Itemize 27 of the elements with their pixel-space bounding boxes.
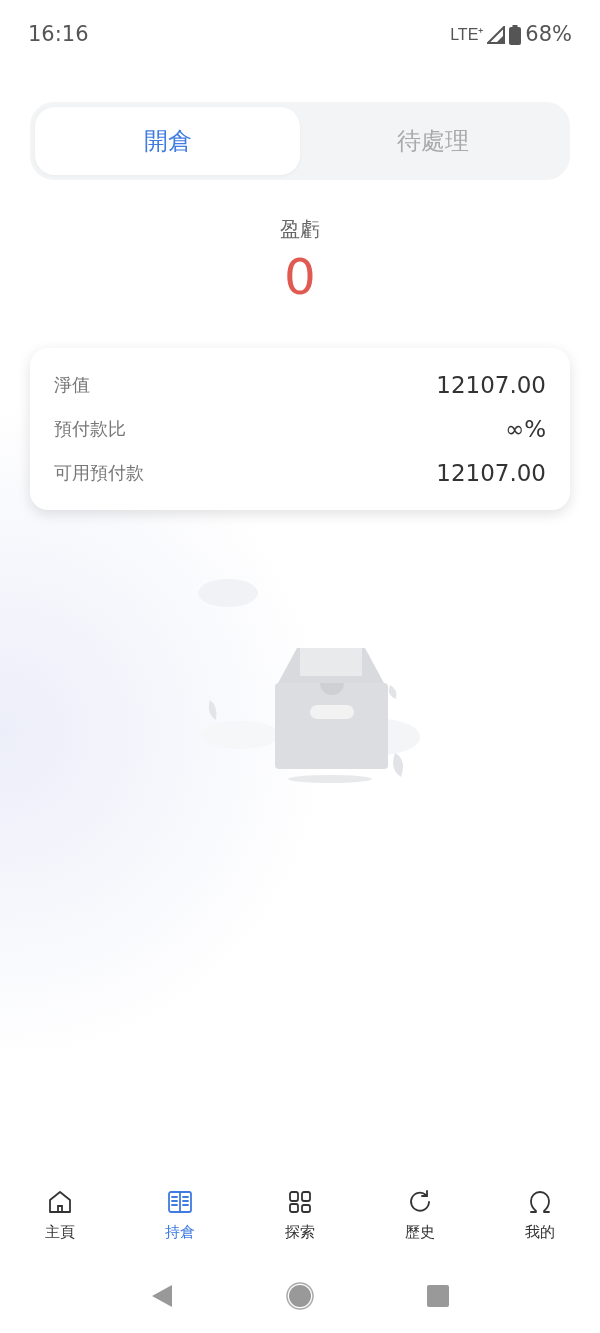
summary-label: 預付款比 [54,417,126,441]
recents-icon[interactable] [426,1284,450,1308]
tab[interactable]: 開倉 [35,107,300,175]
status-time: 16:16 [28,21,89,49]
summary-label: 淨值 [54,373,90,397]
network-type: LTE⁺ [450,25,484,45]
nav-tab[interactable]: 探索 [260,1188,340,1243]
refresh-icon [407,1188,433,1215]
summary-value: ∞% [505,414,546,444]
pnl-value: 0 [284,252,316,302]
person-icon [527,1188,553,1215]
nav-tab[interactable]: 主頁 [20,1188,100,1243]
summary-label: 可用預付款 [54,461,144,485]
book-icon [167,1188,193,1215]
nav-tab[interactable]: 持倉 [140,1188,220,1243]
summary-value: 12107.00 [436,370,546,400]
pnl-label: 盈虧 [280,217,320,242]
nav-tab[interactable]: 我的 [500,1188,580,1243]
summary-value: 12107.00 [436,458,546,488]
grid-icon [287,1188,313,1215]
battery-percent: 68% [525,21,572,49]
signal-icon [487,26,506,44]
nav-tab[interactable]: 歷史 [380,1188,460,1243]
home-button-icon[interactable] [286,1282,314,1310]
battery-icon [509,25,522,45]
home-icon [47,1188,73,1215]
back-icon[interactable] [150,1284,174,1308]
